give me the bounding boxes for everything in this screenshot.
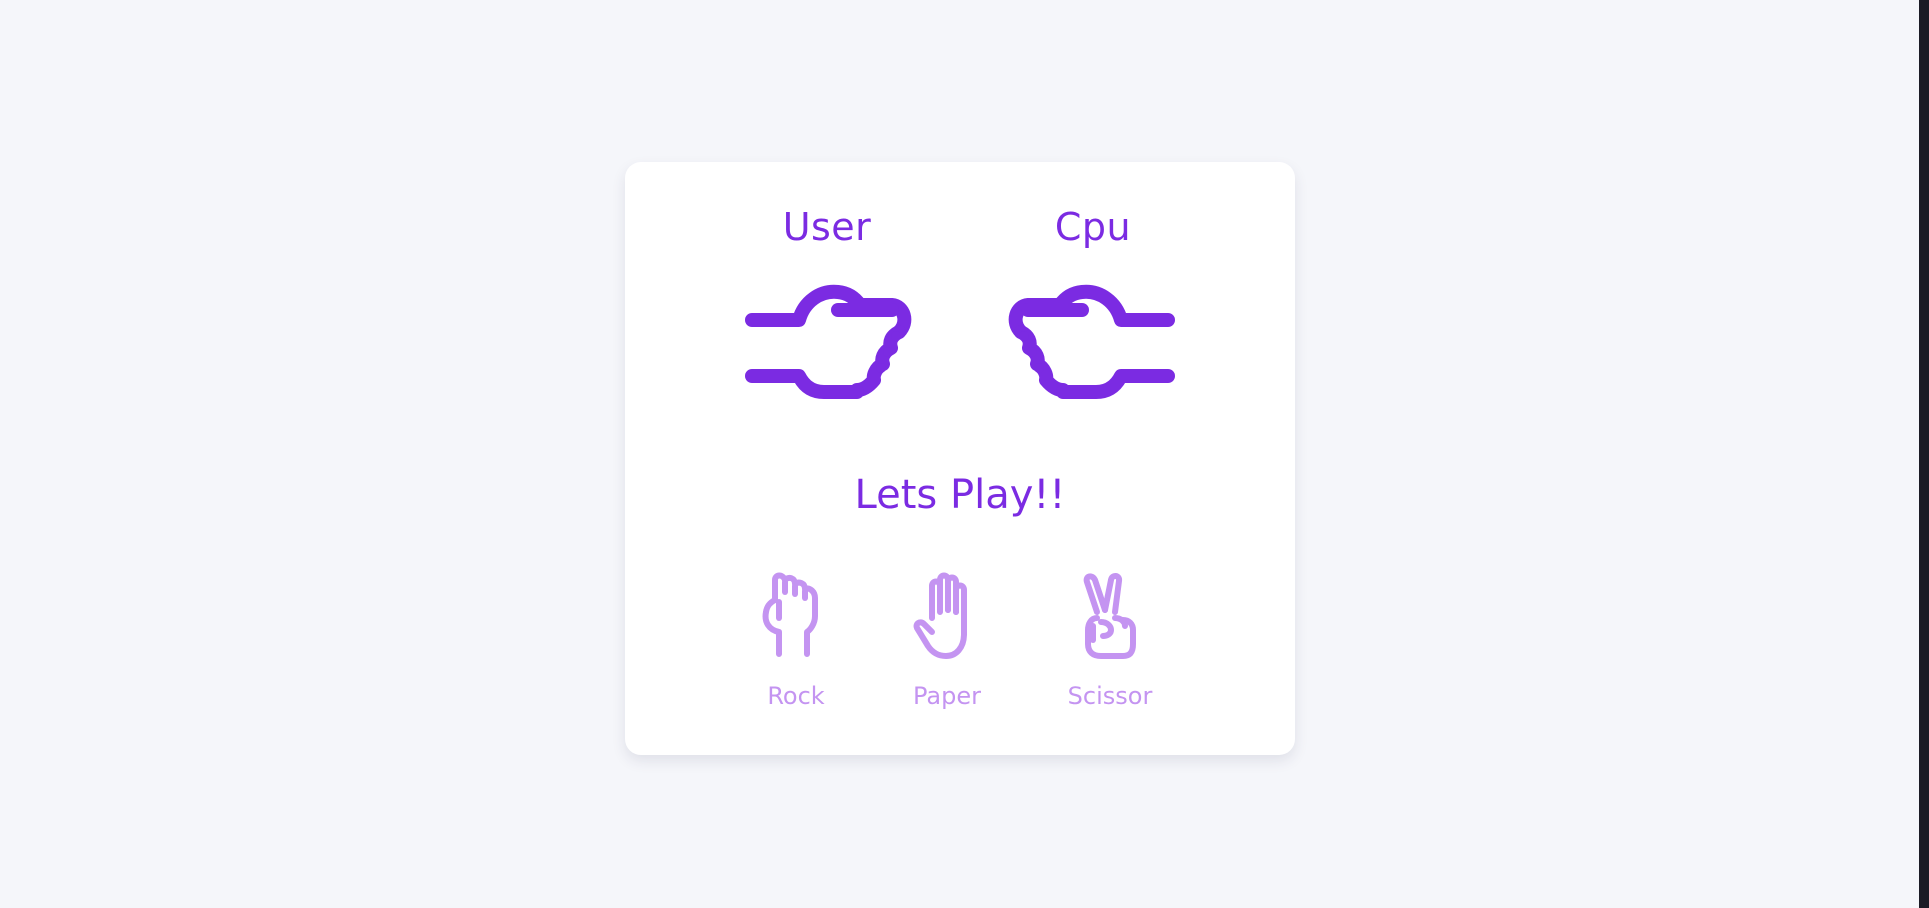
rock-button[interactable]: Rock [736,572,856,722]
window-edge [1919,0,1929,908]
cpu-fist-icon [1008,284,1175,399]
game-status: Lets Play!! [854,472,1066,518]
cpu-label: Cpu [1054,205,1132,249]
paper-hand-icon [913,572,967,659]
scissor-label: Scissor [1067,682,1153,710]
rock-hand-icon [762,572,818,657]
user-fist-icon [745,284,912,399]
paper-label: Paper [913,682,981,710]
game-card: User Cpu Lets Play!! Rock Paper Scissor [625,162,1295,755]
scissor-button[interactable]: Scissor [1050,572,1170,722]
rock-label: Rock [767,682,825,710]
user-label: User [782,205,872,249]
scissor-hand-icon [1083,573,1136,659]
paper-button[interactable]: Paper [887,572,1007,722]
